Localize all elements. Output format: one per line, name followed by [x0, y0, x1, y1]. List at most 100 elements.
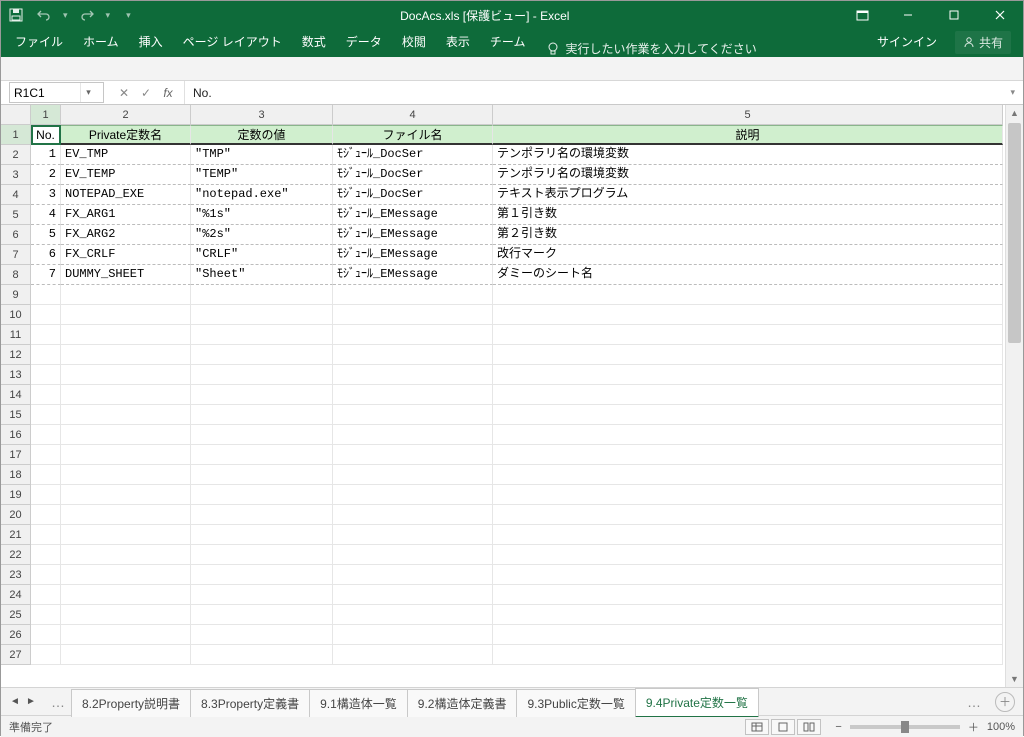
- cell[interactable]: [333, 565, 493, 585]
- cell[interactable]: [333, 425, 493, 445]
- cell[interactable]: [191, 305, 333, 325]
- row-header[interactable]: 22: [1, 545, 31, 565]
- scroll-down-icon[interactable]: ▼: [1006, 671, 1023, 687]
- cell[interactable]: [191, 465, 333, 485]
- zoom-in-button[interactable]: ＋: [968, 719, 979, 735]
- cell[interactable]: [61, 345, 191, 365]
- cell[interactable]: [493, 565, 1003, 585]
- row-header[interactable]: 27: [1, 645, 31, 665]
- cell[interactable]: ﾓｼﾞｭｰﾙ_EMessage: [333, 225, 493, 245]
- cell[interactable]: [61, 505, 191, 525]
- cell[interactable]: 6: [31, 245, 61, 265]
- cell[interactable]: [61, 485, 191, 505]
- cell[interactable]: [61, 585, 191, 605]
- cell[interactable]: 改行マーク: [493, 245, 1003, 265]
- table-header-cell[interactable]: ファイル名: [333, 125, 493, 145]
- cell[interactable]: [61, 465, 191, 485]
- row-header[interactable]: 23: [1, 565, 31, 585]
- cell[interactable]: [31, 505, 61, 525]
- cell[interactable]: ﾓｼﾞｭｰﾙ_EMessage: [333, 205, 493, 225]
- zoom-out-button[interactable]: −: [835, 721, 841, 733]
- cell[interactable]: [191, 625, 333, 645]
- cell[interactable]: [61, 625, 191, 645]
- cell[interactable]: [333, 645, 493, 665]
- cell[interactable]: 7: [31, 265, 61, 285]
- sheet-more-left-icon[interactable]: …: [45, 694, 71, 710]
- signin-link[interactable]: サインイン: [867, 27, 947, 57]
- new-sheet-button[interactable]: ＋: [995, 692, 1015, 712]
- row-header[interactable]: 9: [1, 285, 31, 305]
- table-header-cell[interactable]: Private定数名: [61, 125, 191, 145]
- row-header[interactable]: 17: [1, 445, 31, 465]
- chevron-down-icon[interactable]: ▾: [80, 83, 96, 102]
- cell[interactable]: [333, 505, 493, 525]
- cell[interactable]: ﾓｼﾞｭｰﾙ_DocSer: [333, 165, 493, 185]
- cell[interactable]: "TEMP": [191, 165, 333, 185]
- zoom-level[interactable]: 100%: [987, 721, 1015, 733]
- row-header[interactable]: 4: [1, 185, 31, 205]
- cell[interactable]: "%1s": [191, 205, 333, 225]
- scroll-up-icon[interactable]: ▲: [1006, 105, 1023, 121]
- insert-function-icon[interactable]: fx: [160, 86, 176, 100]
- cell[interactable]: [31, 545, 61, 565]
- cell[interactable]: [333, 485, 493, 505]
- column-header[interactable]: 4: [333, 105, 493, 125]
- zoom-slider-thumb[interactable]: [901, 721, 909, 733]
- cell[interactable]: [493, 385, 1003, 405]
- cell[interactable]: "TMP": [191, 145, 333, 165]
- cell[interactable]: EV_TEMP: [61, 165, 191, 185]
- row-header[interactable]: 5: [1, 205, 31, 225]
- table-header-cell[interactable]: 定数の値: [191, 125, 333, 145]
- cell[interactable]: [61, 325, 191, 345]
- sheet-tab[interactable]: 9.2構造体定義書: [407, 689, 518, 717]
- cell[interactable]: 第１引き数: [493, 205, 1003, 225]
- cell[interactable]: [333, 465, 493, 485]
- cell[interactable]: EV_TMP: [61, 145, 191, 165]
- cell[interactable]: [333, 625, 493, 645]
- cell[interactable]: [333, 365, 493, 385]
- row-header[interactable]: 15: [1, 405, 31, 425]
- cell[interactable]: [31, 405, 61, 425]
- cell[interactable]: [333, 525, 493, 545]
- chevron-down-icon[interactable]: ▾: [106, 10, 111, 21]
- row-header[interactable]: 25: [1, 605, 31, 625]
- cell[interactable]: [31, 385, 61, 405]
- cell[interactable]: [31, 645, 61, 665]
- row-header[interactable]: 10: [1, 305, 31, 325]
- save-icon[interactable]: [7, 6, 25, 24]
- ribbon-tab[interactable]: 校閲: [392, 27, 436, 57]
- maximize-button[interactable]: [931, 1, 977, 29]
- column-header[interactable]: 3: [191, 105, 333, 125]
- undo-icon[interactable]: [35, 6, 53, 24]
- cell[interactable]: [31, 365, 61, 385]
- table-header-cell[interactable]: No.: [31, 125, 61, 145]
- cell[interactable]: FX_ARG2: [61, 225, 191, 245]
- row-header[interactable]: 14: [1, 385, 31, 405]
- ribbon-tab[interactable]: 挿入: [129, 27, 173, 57]
- table-header-cell[interactable]: 説明: [493, 125, 1003, 145]
- cell[interactable]: 3: [31, 185, 61, 205]
- row-header[interactable]: 26: [1, 625, 31, 645]
- ribbon-display-options-icon[interactable]: [839, 1, 885, 29]
- row-header[interactable]: 18: [1, 465, 31, 485]
- cell[interactable]: [31, 285, 61, 305]
- cell[interactable]: 4: [31, 205, 61, 225]
- cell[interactable]: [31, 345, 61, 365]
- cell[interactable]: [493, 465, 1003, 485]
- row-header[interactable]: 6: [1, 225, 31, 245]
- sheet-tab[interactable]: 8.3Property定義書: [190, 689, 310, 717]
- cell[interactable]: [61, 425, 191, 445]
- cell[interactable]: [191, 325, 333, 345]
- cancel-icon[interactable]: ✕: [116, 86, 132, 100]
- expand-formula-bar-icon[interactable]: ▾: [997, 87, 1015, 98]
- row-header[interactable]: 1: [1, 125, 31, 145]
- cell[interactable]: [31, 585, 61, 605]
- cell[interactable]: ﾓｼﾞｭｰﾙ_DocSer: [333, 145, 493, 165]
- sheet-tab[interactable]: 9.1構造体一覧: [309, 689, 408, 717]
- cell[interactable]: [493, 525, 1003, 545]
- cell[interactable]: [191, 485, 333, 505]
- cell[interactable]: [493, 585, 1003, 605]
- cell[interactable]: テンポラリ名の環境変数: [493, 165, 1003, 185]
- page-layout-view-icon[interactable]: [771, 719, 795, 735]
- cell[interactable]: 2: [31, 165, 61, 185]
